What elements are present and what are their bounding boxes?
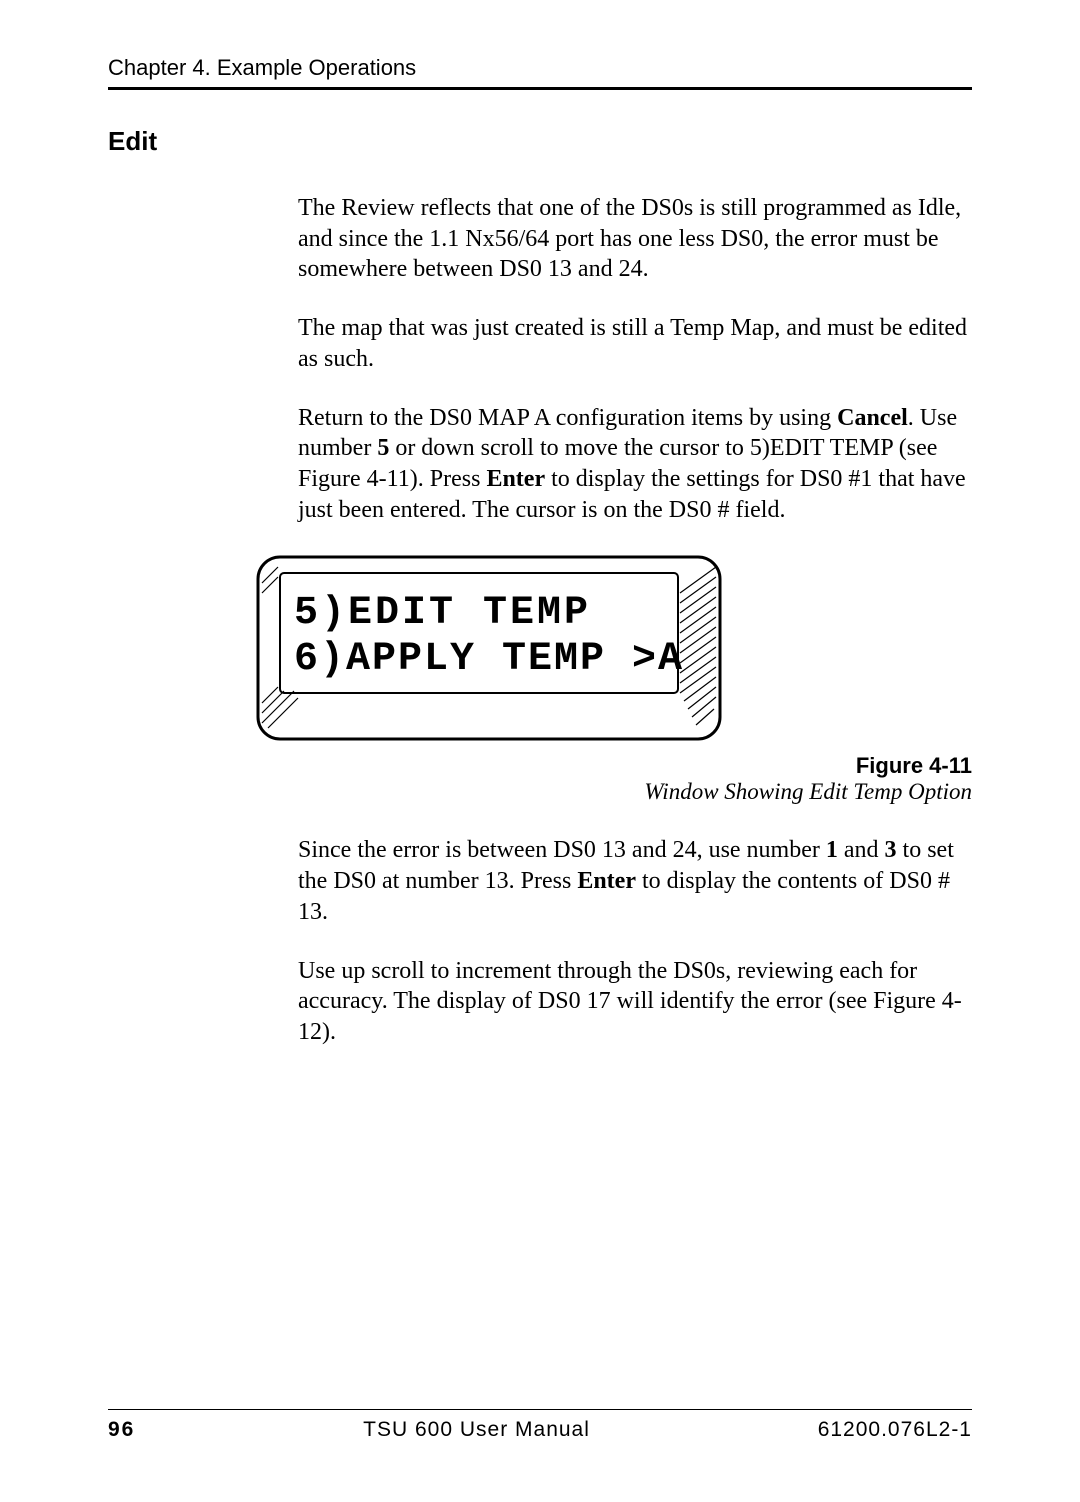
- page-footer: 96 TSU 600 User Manual 61200.076L2-1: [108, 1409, 972, 1442]
- body-text: The Review reflects that one of the DS0s…: [298, 193, 972, 525]
- body-text-2: Since the error is between DS0 13 and 24…: [298, 835, 972, 1047]
- section-title: Edit: [108, 126, 972, 157]
- page-header: Chapter 4. Example Operations: [108, 55, 972, 81]
- paragraph-3: Return to the DS0 MAP A configuration it…: [298, 403, 972, 526]
- footer-manual-title: TSU 600 User Manual: [363, 1418, 590, 1442]
- p4-t1: Since the error is between DS0 13 and 24…: [298, 837, 826, 863]
- paragraph-2: The map that was just created is still a…: [298, 313, 972, 374]
- header-rule: [108, 87, 972, 90]
- paragraph-4: Since the error is between DS0 13 and 24…: [298, 835, 972, 927]
- figure-title: Window Showing Edit Temp Option: [298, 779, 972, 805]
- p3-b3: Enter: [486, 466, 545, 492]
- p4-b2: 3: [885, 837, 897, 863]
- footer-rule: [108, 1409, 972, 1410]
- paragraph-5: Use up scroll to increment through the D…: [298, 956, 972, 1048]
- p4-t2: and: [838, 837, 885, 863]
- lcd-line2: 6)APPLY TEMP >A: [294, 637, 684, 682]
- lcd-line1: 5)EDIT TEMP: [294, 591, 591, 636]
- lcd-display-icon: 5)EDIT TEMP 6)APPLY TEMP >A: [254, 553, 724, 743]
- p4-b1: 1: [826, 837, 838, 863]
- p3-b2: 5: [377, 435, 389, 461]
- figure-number: Figure 4-11: [298, 753, 972, 779]
- lcd-figure: 5)EDIT TEMP 6)APPLY TEMP >A: [254, 553, 972, 743]
- footer-page-number: 96: [108, 1418, 135, 1442]
- p4-b3: Enter: [577, 868, 636, 894]
- figure-caption: Figure 4-11 Window Showing Edit Temp Opt…: [298, 753, 972, 805]
- p3-t1: Return to the DS0 MAP A configuration it…: [298, 405, 837, 431]
- footer-doc-number: 61200.076L2-1: [818, 1418, 972, 1442]
- paragraph-1: The Review reflects that one of the DS0s…: [298, 193, 972, 285]
- p3-b1: Cancel: [837, 405, 908, 431]
